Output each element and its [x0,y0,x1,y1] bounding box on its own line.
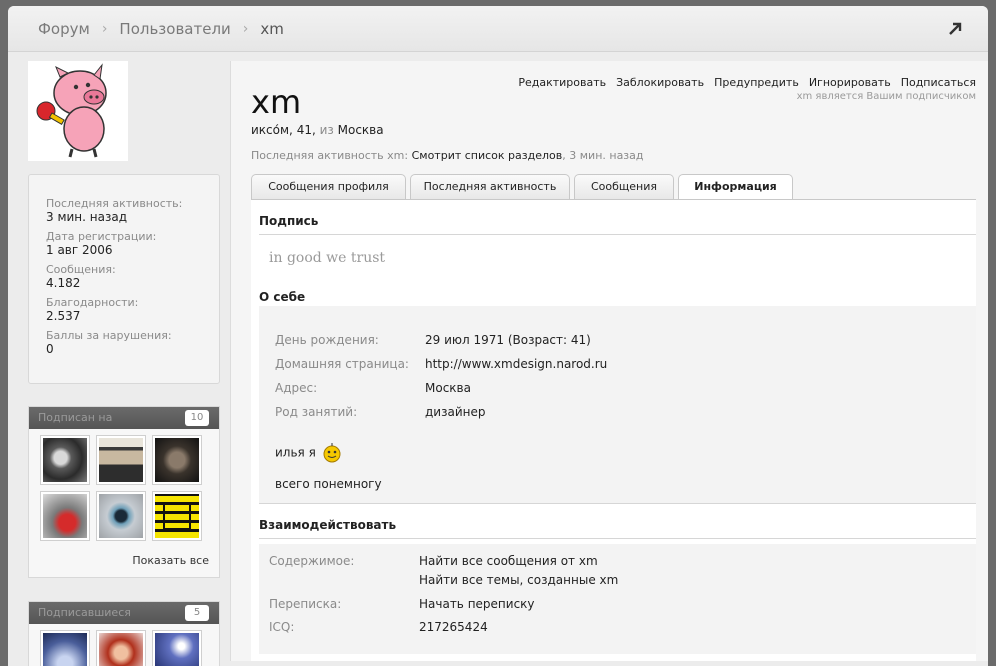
about-text: илья я [275,443,342,463]
ignore-link[interactable]: Игнорировать [809,76,891,89]
stat-value: 3 мин. назад [46,210,128,224]
followers-count: 5 [185,605,209,621]
chevron-right-icon: › [242,20,249,37]
followers-header: Подписавшиеся 5 [29,602,219,624]
avatar[interactable] [28,61,128,161]
follower-avatar[interactable] [96,630,146,666]
following-title: Подписан на [38,411,113,424]
stat-value: 4.182 [46,276,81,290]
following-count: 10 [185,410,209,426]
following-panel: Подписан на 10 Показать все [28,406,220,578]
show-all-link[interactable]: Показать все [29,541,219,567]
tab-profile-posts[interactable]: Сообщения профиля [251,174,406,199]
stat-label: Последняя активность: [46,197,183,210]
edit-link[interactable]: Редактировать [518,76,606,89]
stat-messages: Сообщения: 4.182 [46,263,219,291]
member-stats: Последняя активность: 3 мин. назад Дата … [28,174,220,384]
address-label: Адрес: [275,381,318,395]
stat-value: 0 [46,342,54,356]
breadcrumb: Форум › Пользователи › xm [8,6,988,52]
interact-section: Содержимое: Найти все сообщения от xm На… [259,544,976,654]
following-avatars [29,429,219,541]
last-activity-time: 3 мин. назад [569,149,644,162]
about-text-2: всего понемногу [275,477,382,491]
signature-text: in good we trust [269,250,386,266]
followers-avatars [29,624,219,666]
expand-arrow-icon[interactable] [946,20,964,38]
stat-last-activity: Последняя активность: 3 мин. назад [46,197,219,225]
last-activity-action: Смотрит список разделов [411,149,563,162]
conversation-label: Переписка: [269,597,342,611]
user-age: 41 [296,123,312,137]
find-posts-link[interactable]: Найти все сообщения от xm [419,554,598,568]
stat-value: 1 авг 2006 [46,243,113,257]
follower-note: xm является Вашим подписчиком [796,91,976,102]
stat-registered: Дата регистрации: 1 авг 2006 [46,230,219,258]
following-avatar[interactable] [152,491,202,541]
address-value: Москва [425,381,471,395]
about-text-line: илья я [275,445,316,460]
homepage-label: Домашняя страница: [275,357,409,371]
profile-actions: Редактировать Заблокировать Предупредить… [518,76,976,89]
homepage-value[interactable]: http://www.xmdesign.narod.ru [425,357,607,371]
last-activity-line: Последняя активность xm: Смотрит список … [251,149,644,162]
tab-information[interactable]: Информация [678,174,793,200]
user-nick: иксо́м [251,123,290,137]
tab-recent-activity[interactable]: Последняя активность [410,174,570,199]
follower-avatar[interactable] [40,630,90,666]
interact-heading: Взаимодействовать [259,518,976,539]
tab-postings[interactable]: Сообщения [574,174,674,199]
content-label: Содержимое: [269,554,355,568]
stat-label: Благодарности: [46,296,139,309]
profile-main: xm иксо́м, 41, из Москва Последняя актив… [230,61,988,661]
occupation-value: дизайнер [425,405,486,419]
stat-warning-points: Баллы за нарушения: 0 [46,329,219,357]
breadcrumb-current: xm [260,19,284,38]
birthday-value: 29 июл 1971 (Возраст: 41) [425,333,591,347]
occupation-label: Род занятий: [275,405,358,419]
stat-label: Баллы за нарушения: [46,329,172,342]
following-avatar[interactable] [96,435,146,485]
start-conversation-link[interactable]: Начать переписку [419,597,535,611]
smiley-icon [323,443,341,463]
find-threads-link[interactable]: Найти все темы, созданные xm [419,573,618,587]
breadcrumb-forum[interactable]: Форум [38,20,90,38]
birthday-label: День рождения: [275,333,379,347]
username-heading: xm [251,83,302,121]
followers-panel: Подписавшиеся 5 [28,601,220,666]
profile-tabs: Сообщения профиля Последняя активность С… [251,174,793,200]
follower-avatar[interactable] [152,630,202,666]
from-word: из [319,123,334,137]
ban-link[interactable]: Заблокировать [616,76,704,89]
followers-title: Подписавшиеся [38,606,131,619]
about-section: День рождения: 29 июл 1971 (Возраст: 41)… [259,306,976,504]
info-panel: Подпись in good we trust О себе День рож… [251,200,976,661]
signature-heading: Подпись [259,214,976,235]
stat-likes: Благодарности: 2.537 [46,296,219,324]
pig-avatar-icon [36,63,107,158]
icq-value: 217265424 [419,620,488,634]
following-header: Подписан на 10 [29,407,219,429]
warn-link[interactable]: Предупредить [714,76,799,89]
user-blurb: иксо́м, 41, из Москва [251,123,384,137]
following-avatar[interactable] [40,435,90,485]
stat-label: Дата регистрации: [46,230,157,243]
chevron-right-icon: › [101,20,108,37]
breadcrumb-users[interactable]: Пользователи [119,20,230,38]
follow-link[interactable]: Подписаться [901,76,976,89]
following-avatar[interactable] [40,491,90,541]
following-avatar[interactable] [152,435,202,485]
stat-value: 2.537 [46,309,81,323]
user-location[interactable]: Москва [338,123,384,137]
icq-label: ICQ: [269,620,295,634]
page-frame: Форум › Пользователи › xm Последняя акти… [8,6,988,666]
following-avatar[interactable] [96,491,146,541]
last-activity-label: Последняя активность xm: [251,149,409,162]
stat-label: Сообщения: [46,263,116,276]
